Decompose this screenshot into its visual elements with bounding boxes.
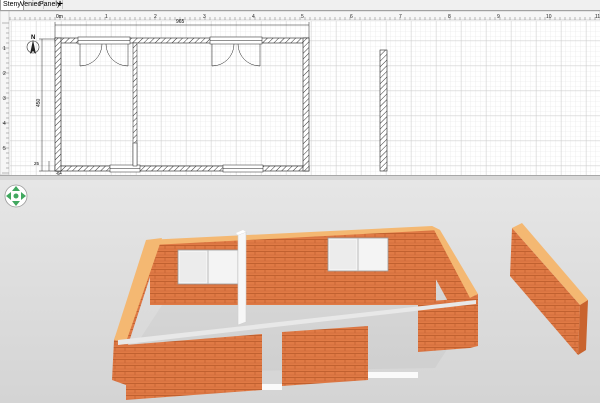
back-window-left — [177, 249, 239, 285]
plan-tabs: Steny Veniec Panely + — [0, 0, 600, 11]
front-door-threshold-right — [368, 372, 418, 378]
front-wall-middle-segment — [282, 326, 368, 386]
ruler-h-label: 8 — [448, 14, 451, 20]
ruler-v-label: 5 — [3, 146, 6, 152]
ruler-h-label: 10 — [546, 14, 552, 20]
ruler-h-label: 1 — [105, 14, 108, 20]
back-window-right — [327, 237, 389, 272]
ruler-v-label: 2 — [3, 71, 6, 77]
ruler-h-label: 6 — [350, 14, 353, 20]
front-wall-left-segment — [126, 334, 262, 400]
ruler-v-label: 4 — [3, 121, 6, 127]
ruler-h-label: 4 — [252, 14, 255, 20]
dimension-width: 965 — [176, 19, 185, 25]
ruler-origin-label: 0m — [56, 14, 63, 20]
partition-wall — [237, 231, 247, 326]
ruler-h-label: 7 — [399, 14, 402, 20]
ruler-h-label: 11 — [595, 14, 600, 20]
ruler-h-label: 9 — [497, 14, 500, 20]
dimension-small-v: 25 — [34, 161, 40, 166]
dimension-height: 450 — [36, 98, 42, 107]
navigation-arrows-icon[interactable] — [4, 184, 28, 208]
compass-label: N — [31, 35, 35, 41]
ruler-v-label: 3 — [3, 96, 6, 102]
left-wall-lower — [112, 340, 128, 385]
ruler-h-label: 3 — [203, 14, 206, 20]
add-tab-button[interactable]: + — [55, 0, 65, 10]
3d-view[interactable] — [0, 180, 600, 403]
floor-plan-canvas[interactable]: 0m 123456789101112131415 12345 965 450 2… — [0, 11, 600, 175]
3d-view-canvas[interactable] — [0, 180, 600, 403]
ruler-h-label: 5 — [301, 14, 304, 20]
ruler-h-label: 2 — [154, 14, 157, 20]
floor-plan-view[interactable]: 0m 123456789101112131415 12345 965 450 2… — [0, 11, 600, 175]
ruler-v-label: 1 — [3, 46, 6, 52]
front-door-threshold-left — [262, 384, 282, 390]
